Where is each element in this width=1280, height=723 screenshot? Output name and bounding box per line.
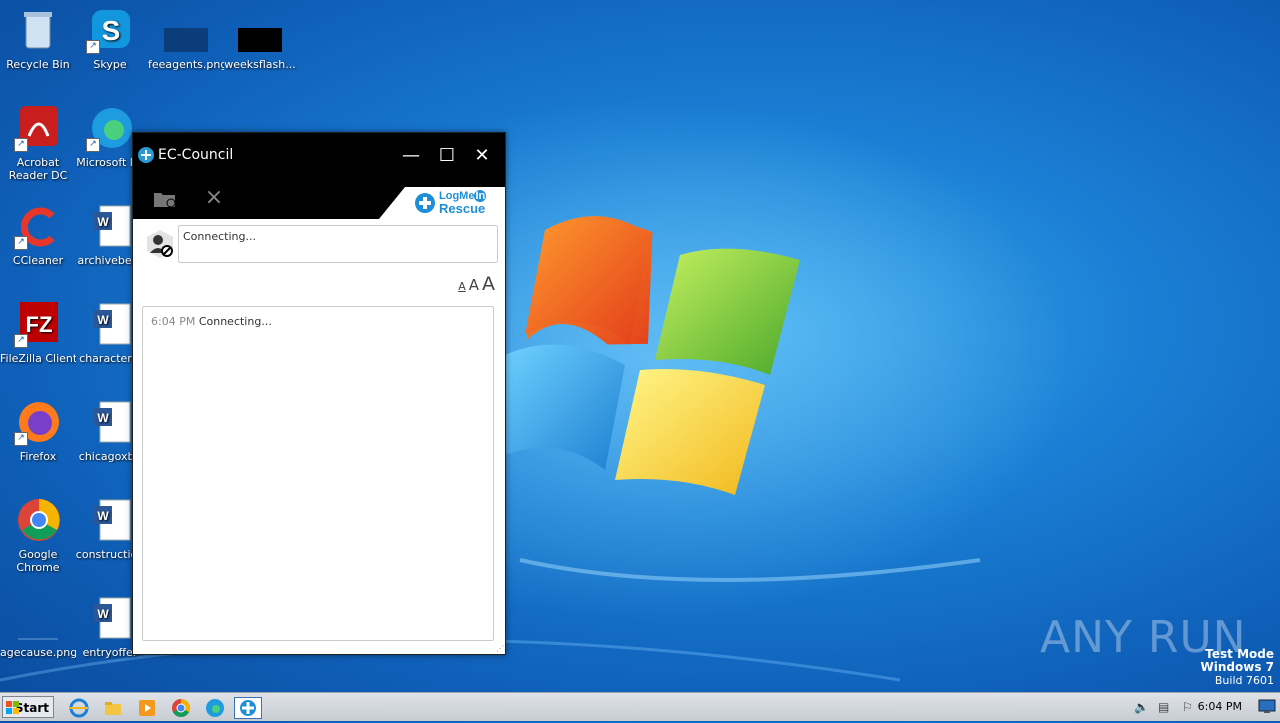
edge-icon: ↗ [86,104,134,152]
taskbar-media-player-icon[interactable] [136,697,158,719]
close-button[interactable]: ✕ [471,145,493,167]
font-size-small-button[interactable]: A [458,280,466,293]
shortcut-arrow-icon: ↗ [86,138,100,152]
shortcut-arrow-icon: ↗ [14,138,28,152]
desktop-icon-agecause[interactable]: agecause.png [0,594,76,659]
svg-text:S: S [102,15,121,46]
desktop-icon-label: feeagents.png [148,58,224,71]
desktop-icon-recycle-bin[interactable]: Recycle Bin [0,6,76,71]
font-size-selector: AAA [455,273,495,295]
ccleaner-icon: ↗ [14,202,62,250]
taskbar-edge-icon[interactable] [204,697,226,719]
desktop-icon-firefox[interactable]: ↗ Firefox [0,398,76,463]
desktop-icon-ccleaner[interactable]: ↗ CCleaner [0,202,76,267]
svg-text:W: W [97,509,109,523]
word-document-icon: W [86,496,134,544]
word-document-icon: W [86,398,134,446]
recycle-bin-icon [14,6,62,54]
desktop-icon-chrome[interactable]: Google Chrome [0,496,76,574]
desktop-icon-label: CCleaner [12,254,64,267]
shortcut-arrow-icon: ↗ [14,334,28,348]
resize-grip[interactable]: ⋰ [496,645,504,653]
word-document-icon: W [86,202,134,250]
desktop-icon-acrobat[interactable]: ↗ Acrobat Reader DC [0,104,76,182]
rescue-logo-icon [138,147,154,163]
start-button[interactable]: Start [2,696,54,718]
font-size-medium-button[interactable]: A [469,276,479,294]
font-size-large-button[interactable]: A [482,273,495,295]
image-file-icon [236,6,284,54]
desktop-icon-label: Google Chrome [16,548,60,574]
desktop-icon-label: agecause.png [0,646,76,659]
shortcut-arrow-icon: ↗ [14,236,28,250]
taskbar-chrome-icon[interactable] [170,697,192,719]
desktop-icon-feeagents[interactable]: feeagents.png [148,6,224,71]
action-center-flag-icon[interactable]: ⚐ [1182,700,1198,714]
desktop-icon-filezilla[interactable]: FZ ↗ FileZilla Client [0,300,76,365]
chat-message-text: Connecting... [198,315,272,328]
image-file-icon [162,6,210,54]
rescue-window: EC-Council — ☐ ✕ × LogMeIn Rescue Connec… [132,132,506,655]
maximize-button[interactable]: ☐ [436,145,458,167]
word-document-icon: W [86,300,134,348]
svg-text:W: W [97,215,109,229]
skype-icon: S ↗ [86,6,134,54]
network-icon[interactable]: ▤ [1158,700,1174,714]
taskbar-rescue-icon[interactable] [234,697,262,719]
desktop-icon-label: FileZilla Client [0,352,76,365]
chat-message-time: 6:04 PM [151,315,196,328]
test-mode-notice: Test Mode Windows 7 Build 7601 [1200,648,1274,688]
chrome-icon [14,496,62,544]
taskbar: Start 🔈 ▤ ⚐ 6:04 PM [0,692,1280,721]
filezilla-icon: FZ ↗ [14,300,62,348]
svg-text:W: W [97,313,109,327]
firefox-icon: ↗ [14,398,62,446]
chat-message: 6:04 PM Connecting... [151,315,485,328]
acrobat-icon: ↗ [14,104,62,152]
desktop-icon-label: weeksflash... [224,58,296,71]
desktop-icon-skype[interactable]: S ↗ Skype [72,6,148,71]
os-build: Build 7601 [1214,674,1274,687]
desktop-icon-label: Skype [93,58,127,71]
taskbar-clock[interactable]: 6:04 PM [1198,700,1242,713]
status-message-box: Connecting... [178,225,498,263]
taskbar-explorer-icon[interactable] [102,697,124,719]
status-row: Connecting... [133,219,505,269]
window-titlebar[interactable]: EC-Council — ☐ ✕ [133,133,505,179]
shortcut-arrow-icon: ↗ [14,432,28,446]
rescue-plus-icon [415,193,435,213]
svg-text:W: W [97,411,109,425]
end-session-icon[interactable]: × [203,187,225,209]
taskbar-ie-icon[interactable] [68,697,90,719]
desktop-icon-label: Firefox [19,450,57,463]
volume-icon[interactable]: 🔈 [1134,700,1150,714]
os-edition: Windows 7 [1200,660,1274,674]
svg-text:FZ: FZ [26,312,53,337]
desktop-icon-label: Acrobat Reader DC [8,156,68,182]
show-desktop-icon[interactable] [1258,698,1276,714]
window-title: EC-Council [158,147,234,163]
minimize-button[interactable]: — [400,145,422,167]
technician-avatar-icon [145,229,175,259]
word-document-icon: W [86,594,134,642]
shortcut-arrow-icon: ↗ [86,40,100,54]
desktop-icon-weeksflash[interactable]: weeksflash... [222,6,298,71]
image-file-icon [14,594,62,642]
svg-text:W: W [97,607,109,621]
file-transfer-icon[interactable] [153,189,177,209]
chat-log: 6:04 PM Connecting... [142,306,494,641]
windows-flag-icon [6,701,19,714]
desktop-icon-label: Recycle Bin [6,58,70,71]
brand-product: Rescue [439,201,486,216]
